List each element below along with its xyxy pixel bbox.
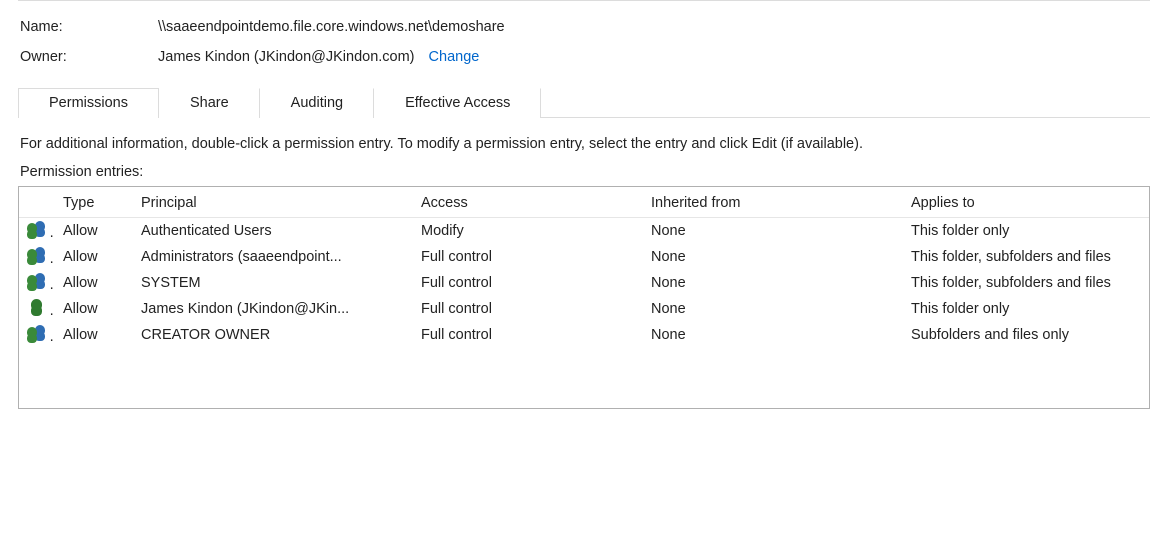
- tab-permissions[interactable]: Permissions: [18, 88, 159, 118]
- table-row[interactable]: AllowSYSTEMFull controlNoneThis folder, …: [19, 270, 1149, 296]
- col-applies[interactable]: Applies to: [903, 191, 1149, 218]
- cell-access: Full control: [413, 270, 643, 296]
- cell-principal: Authenticated Users: [133, 218, 413, 245]
- multi-user-icon: [19, 270, 55, 296]
- entries-box: Type Principal Access Inherited from App…: [18, 186, 1150, 409]
- table-row[interactable]: AllowAdministrators (saaeendpoint...Full…: [19, 244, 1149, 270]
- single-user-icon: [19, 296, 55, 322]
- users-icon: [27, 247, 49, 263]
- cell-principal: SYSTEM: [133, 270, 413, 296]
- users-icon: [27, 221, 49, 237]
- cell-inherited: None: [643, 322, 903, 348]
- name-label: Name:: [20, 19, 158, 35]
- cell-access: Full control: [413, 322, 643, 348]
- name-value: \\saaeendpointdemo.file.core.windows.net…: [158, 19, 505, 35]
- change-owner-link[interactable]: Change: [429, 49, 480, 65]
- cell-applies: This folder only: [903, 218, 1149, 245]
- col-icon: [19, 191, 55, 218]
- cell-inherited: None: [643, 270, 903, 296]
- cell-type: Allow: [55, 218, 133, 245]
- cell-principal: Administrators (saaeendpoint...: [133, 244, 413, 270]
- multi-user-icon: [19, 218, 55, 245]
- user-icon: [27, 299, 49, 315]
- cell-type: Allow: [55, 322, 133, 348]
- intro-text: For additional information, double-click…: [20, 136, 1148, 152]
- name-row: Name: \\saaeendpointdemo.file.core.windo…: [20, 19, 1150, 35]
- cell-access: Full control: [413, 244, 643, 270]
- col-access[interactable]: Access: [413, 191, 643, 218]
- multi-user-icon: [19, 322, 55, 348]
- cell-access: Full control: [413, 296, 643, 322]
- cell-access: Modify: [413, 218, 643, 245]
- col-inherited[interactable]: Inherited from: [643, 191, 903, 218]
- cell-type: Allow: [55, 244, 133, 270]
- tab-effective-access[interactable]: Effective Access: [374, 88, 541, 118]
- cell-applies: This folder only: [903, 296, 1149, 322]
- cell-inherited: None: [643, 218, 903, 245]
- users-icon: [27, 325, 49, 341]
- entries-label: Permission entries:: [20, 164, 1148, 180]
- cell-inherited: None: [643, 244, 903, 270]
- tab-auditing[interactable]: Auditing: [260, 88, 374, 118]
- owner-value: James Kindon (JKindon@JKindon.com) Chang…: [158, 49, 479, 65]
- owner-row: Owner: James Kindon (JKindon@JKindon.com…: [20, 49, 1150, 65]
- table-header-row: Type Principal Access Inherited from App…: [19, 191, 1149, 218]
- cell-principal: James Kindon (JKindon@JKin...: [133, 296, 413, 322]
- entries-table[interactable]: Type Principal Access Inherited from App…: [19, 191, 1149, 348]
- cell-applies: This folder, subfolders and files: [903, 244, 1149, 270]
- table-row[interactable]: AllowAuthenticated UsersModifyNoneThis f…: [19, 218, 1149, 245]
- top-rule: [18, 0, 1150, 1]
- meta-block: Name: \\saaeendpointdemo.file.core.windo…: [18, 19, 1150, 65]
- cell-inherited: None: [643, 296, 903, 322]
- table-row[interactable]: AllowCREATOR OWNERFull controlNoneSubfol…: [19, 322, 1149, 348]
- tab-strip: Permissions Share Auditing Effective Acc…: [18, 87, 1150, 118]
- tab-share[interactable]: Share: [159, 88, 260, 118]
- table-row[interactable]: AllowJames Kindon (JKindon@JKin...Full c…: [19, 296, 1149, 322]
- cell-type: Allow: [55, 296, 133, 322]
- cell-principal: CREATOR OWNER: [133, 322, 413, 348]
- cell-applies: This folder, subfolders and files: [903, 270, 1149, 296]
- users-icon: [27, 273, 49, 289]
- cell-applies: Subfolders and files only: [903, 322, 1149, 348]
- cell-type: Allow: [55, 270, 133, 296]
- owner-label: Owner:: [20, 49, 158, 65]
- multi-user-icon: [19, 244, 55, 270]
- col-type[interactable]: Type: [55, 191, 133, 218]
- col-principal[interactable]: Principal: [133, 191, 413, 218]
- owner-text: James Kindon (JKindon@JKindon.com): [158, 49, 415, 65]
